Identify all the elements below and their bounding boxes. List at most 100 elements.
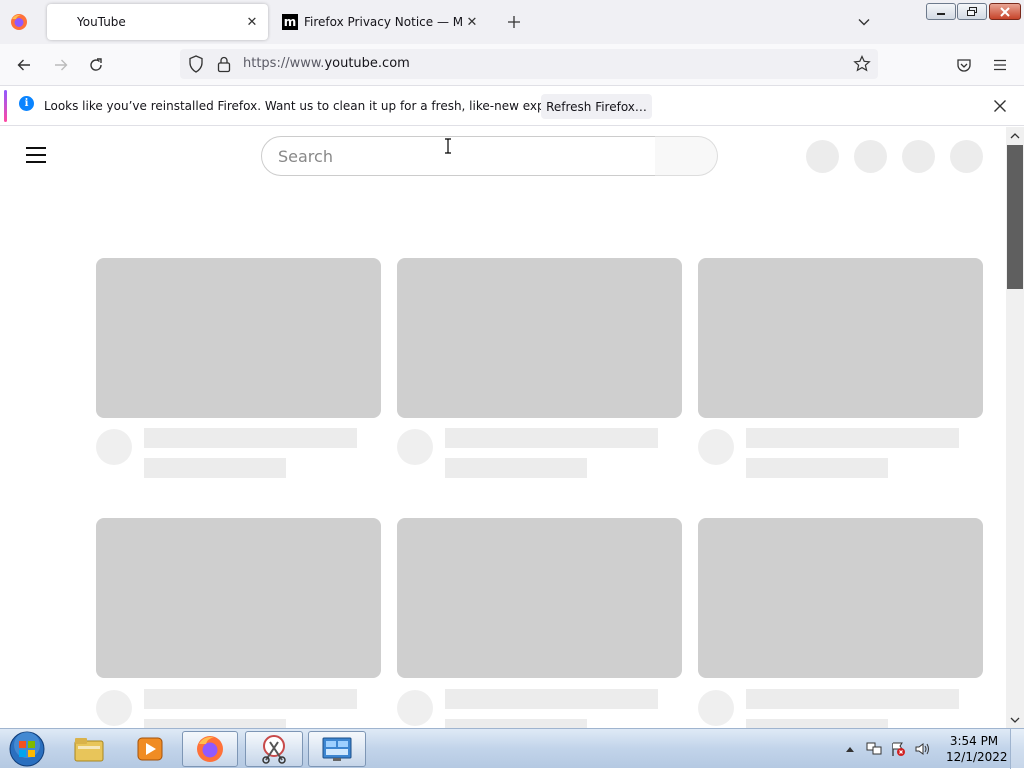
close-icon[interactable]: ✕ bbox=[242, 12, 262, 32]
back-arrow-icon bbox=[17, 59, 30, 71]
search-button[interactable] bbox=[655, 136, 718, 176]
search-box[interactable]: Search bbox=[261, 136, 656, 176]
channel-avatar-placeholder bbox=[96, 690, 132, 726]
chevron-up-icon bbox=[1010, 132, 1020, 138]
title-placeholder bbox=[144, 428, 357, 448]
start-button[interactable] bbox=[5, 730, 49, 768]
shield-icon[interactable] bbox=[188, 55, 204, 73]
title-placeholder bbox=[445, 428, 658, 448]
close-window-button[interactable] bbox=[989, 3, 1021, 20]
address-bar[interactable]: https://www.youtube.com bbox=[180, 49, 878, 79]
header-placeholder bbox=[854, 140, 887, 173]
taskbar-snipping-tool[interactable] bbox=[245, 731, 303, 767]
channel-avatar-placeholder bbox=[698, 429, 734, 465]
video-thumbnail-placeholder bbox=[397, 258, 682, 418]
channel-avatar-placeholder bbox=[397, 429, 433, 465]
header-placeholder bbox=[902, 140, 935, 173]
video-thumbnail-placeholder bbox=[96, 518, 381, 678]
text-cursor-icon bbox=[445, 138, 451, 154]
title-placeholder bbox=[746, 428, 959, 448]
scrollbar-thumb[interactable] bbox=[1007, 145, 1023, 289]
firefox-icon[interactable] bbox=[10, 13, 28, 31]
header-placeholder bbox=[806, 140, 839, 173]
scroll-down-button[interactable] bbox=[1006, 711, 1024, 728]
url-host: youtube.com bbox=[324, 56, 410, 71]
tab-title: YouTube bbox=[77, 15, 126, 29]
speaker-icon bbox=[915, 743, 929, 755]
meta-placeholder bbox=[445, 719, 587, 728]
scroll-up-button[interactable] bbox=[1006, 127, 1024, 144]
reload-button[interactable] bbox=[84, 53, 108, 77]
notification-accent bbox=[4, 90, 7, 122]
back-button[interactable] bbox=[12, 53, 36, 77]
minimize-icon bbox=[937, 12, 945, 15]
guide-menu-button[interactable] bbox=[26, 147, 46, 163]
plus-icon bbox=[508, 16, 520, 28]
meta-placeholder bbox=[746, 458, 888, 478]
channel-avatar-placeholder bbox=[96, 429, 132, 465]
chevron-down-icon bbox=[858, 19, 870, 26]
taskbar-firefox[interactable] bbox=[182, 731, 238, 767]
minimize-button[interactable] bbox=[926, 3, 956, 20]
restore-button[interactable] bbox=[957, 3, 987, 20]
chevron-down-icon bbox=[1010, 717, 1020, 723]
taskbar-control-panel[interactable] bbox=[308, 731, 366, 767]
network-icon bbox=[866, 742, 882, 755]
refresh-firefox-button[interactable]: Refresh Firefox… bbox=[541, 94, 652, 119]
notification-bar: i Looks like you’ve reinstalled Firefox.… bbox=[0, 86, 1024, 126]
clock-date[interactable]: 12/1/2022 bbox=[946, 750, 1008, 764]
reload-icon bbox=[90, 58, 102, 71]
url-prefix: https://www. bbox=[243, 56, 325, 71]
media-player-icon bbox=[137, 737, 163, 761]
new-tab-button[interactable] bbox=[503, 11, 525, 33]
notification-close-button[interactable] bbox=[990, 96, 1010, 116]
taskbar-windows-explorer[interactable] bbox=[59, 731, 119, 767]
firefox-icon bbox=[197, 736, 223, 762]
windows-start-icon bbox=[9, 731, 45, 767]
mozilla-favicon-icon: m bbox=[282, 14, 298, 30]
title-placeholder bbox=[445, 689, 658, 709]
list-all-tabs-button[interactable] bbox=[853, 11, 875, 33]
app-menu-button[interactable] bbox=[988, 53, 1012, 77]
show-hidden-icons-button[interactable] bbox=[842, 741, 858, 757]
search-input[interactable]: Search bbox=[278, 147, 333, 166]
tab-strip: YouTube ✕ m Firefox Privacy Notice — Moz… bbox=[0, 0, 1024, 44]
video-thumbnail-placeholder bbox=[96, 258, 381, 418]
hamburger-menu-icon bbox=[994, 59, 1006, 71]
header-placeholder bbox=[950, 140, 983, 173]
video-thumbnail-placeholder bbox=[698, 518, 983, 678]
meta-placeholder bbox=[746, 719, 888, 728]
flag-warning-icon bbox=[892, 742, 905, 756]
windows-explorer-icon bbox=[74, 738, 104, 762]
windows-taskbar: 3:54 PM 12/1/2022 bbox=[0, 728, 1024, 769]
channel-avatar-placeholder bbox=[397, 690, 433, 726]
url-text[interactable]: https://www.youtube.com bbox=[243, 56, 410, 71]
pocket-button[interactable] bbox=[952, 53, 976, 77]
info-icon: i bbox=[19, 96, 34, 111]
action-center-tray-button[interactable] bbox=[890, 741, 906, 757]
control-panel-icon bbox=[322, 737, 352, 761]
tab-firefox-privacy-notice[interactable]: m Firefox Privacy Notice — Mozilla ✕ bbox=[274, 4, 486, 40]
clock-time[interactable]: 3:54 PM bbox=[946, 734, 1002, 748]
network-tray-button[interactable] bbox=[866, 741, 882, 757]
meta-placeholder bbox=[445, 458, 587, 478]
volume-tray-button[interactable] bbox=[914, 741, 930, 757]
star-icon[interactable] bbox=[853, 55, 871, 73]
forward-button[interactable] bbox=[49, 53, 73, 77]
restore-icon bbox=[967, 6, 977, 16]
close-icon bbox=[994, 100, 1006, 112]
title-placeholder bbox=[144, 689, 357, 709]
channel-avatar-placeholder bbox=[698, 690, 734, 726]
vertical-scrollbar[interactable] bbox=[1006, 127, 1024, 728]
close-icon bbox=[1000, 6, 1010, 17]
video-thumbnail-placeholder bbox=[698, 258, 983, 418]
taskbar-media-player[interactable] bbox=[120, 731, 180, 767]
tab-youtube[interactable]: YouTube ✕ bbox=[47, 4, 268, 40]
pocket-icon bbox=[957, 59, 971, 72]
lock-icon[interactable] bbox=[217, 55, 231, 73]
show-desktop-button[interactable] bbox=[1010, 729, 1024, 769]
title-placeholder bbox=[746, 689, 959, 709]
youtube-page: Search bbox=[0, 127, 1006, 728]
close-icon[interactable]: ✕ bbox=[462, 12, 482, 32]
video-thumbnail-placeholder bbox=[397, 518, 682, 678]
